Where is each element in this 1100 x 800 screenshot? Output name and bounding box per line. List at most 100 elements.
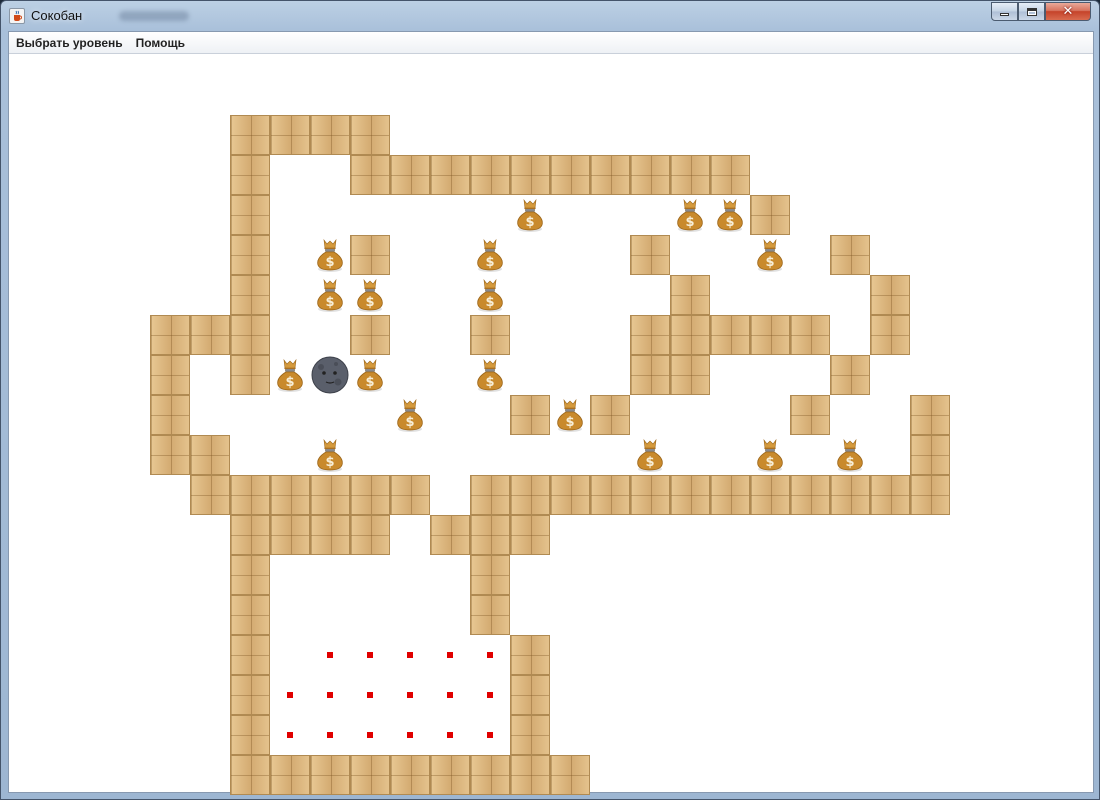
wall-tile <box>510 155 550 195</box>
menu-select-level[interactable]: Выбрать уровень <box>10 36 129 50</box>
wall-tile <box>510 395 550 435</box>
wall-tile <box>430 755 470 795</box>
wall-tile <box>870 275 910 315</box>
title-bar[interactable]: Сокобан ✕ <box>1 1 1099 31</box>
target-dot <box>447 652 453 658</box>
svg-text:$: $ <box>725 215 734 230</box>
wall-tile <box>350 515 390 555</box>
wall-tile <box>590 155 630 195</box>
money-bag-icon[interactable]: $ <box>750 435 790 475</box>
money-bag-icon[interactable]: $ <box>750 235 790 275</box>
wall-tile <box>270 115 310 155</box>
wall-tile <box>230 195 270 235</box>
money-bag-icon[interactable]: $ <box>510 195 550 235</box>
wall-tile <box>270 755 310 795</box>
wall-tile <box>510 715 550 755</box>
target-dot <box>367 692 373 698</box>
wall-tile <box>510 755 550 795</box>
java-cup-icon <box>9 8 25 24</box>
wall-tile <box>910 475 950 515</box>
svg-text:$: $ <box>765 255 774 270</box>
target-dot <box>447 692 453 698</box>
svg-text:$: $ <box>325 455 334 470</box>
maximize-button[interactable] <box>1018 2 1045 21</box>
money-bag-icon[interactable]: $ <box>350 275 390 315</box>
target-dot <box>327 652 333 658</box>
money-bag-icon[interactable]: $ <box>670 195 710 235</box>
wall-tile <box>230 555 270 595</box>
money-bag-icon[interactable]: $ <box>270 355 310 395</box>
wall-tile <box>470 595 510 635</box>
money-bag-icon[interactable]: $ <box>390 395 430 435</box>
game-board-area[interactable]: $ $ $ $ $ $ $ $ $ $ $ $ $ $ $ $ $ $ <box>9 55 1093 795</box>
wall-tile <box>230 635 270 675</box>
wall-tile <box>310 755 350 795</box>
wall-tile <box>310 115 350 155</box>
wall-tile <box>710 155 750 195</box>
money-bag-icon[interactable]: $ <box>310 275 350 315</box>
wall-tile <box>910 395 950 435</box>
money-bag-icon[interactable]: $ <box>310 235 350 275</box>
wall-tile <box>310 515 350 555</box>
wall-tile <box>790 395 830 435</box>
wall-tile <box>790 475 830 515</box>
app-window: Сокобан ✕ Выбрать уровень Помощь $ $ $ $ $ $ $… <box>0 0 1100 800</box>
title-blur-decoration <box>119 11 189 21</box>
wall-tile <box>550 475 590 515</box>
money-bag-icon[interactable]: $ <box>550 395 590 435</box>
wall-tile <box>590 395 630 435</box>
wall-tile <box>870 475 910 515</box>
svg-text:$: $ <box>845 455 854 470</box>
wall-tile <box>830 355 870 395</box>
wall-tile <box>150 355 190 395</box>
svg-text:$: $ <box>525 215 534 230</box>
wall-tile <box>230 155 270 195</box>
new-moon-face-icon[interactable] <box>310 355 350 395</box>
money-bag-icon[interactable]: $ <box>710 195 750 235</box>
wall-tile <box>550 755 590 795</box>
money-bag-icon[interactable]: $ <box>470 355 510 395</box>
wall-tile <box>270 515 310 555</box>
svg-text:$: $ <box>365 295 374 310</box>
wall-tile <box>430 515 470 555</box>
wall-tile <box>470 315 510 355</box>
money-bag-icon[interactable]: $ <box>830 435 870 475</box>
wall-tile <box>510 475 550 515</box>
wall-tile <box>270 475 310 515</box>
client-area: Выбрать уровень Помощь $ $ $ $ $ $ $ $ $ $ $ $ $ $ $ $ $… <box>8 31 1094 795</box>
minimize-button[interactable] <box>991 2 1018 21</box>
wall-tile <box>750 195 790 235</box>
money-bag-icon[interactable]: $ <box>350 355 390 395</box>
wall-tile <box>670 155 710 195</box>
menu-help[interactable]: Помощь <box>130 36 191 50</box>
wall-tile <box>510 675 550 715</box>
money-bag-icon[interactable]: $ <box>470 275 510 315</box>
window-title: Сокобан <box>31 8 83 23</box>
target-dot <box>487 692 493 698</box>
money-bag-icon[interactable]: $ <box>470 235 510 275</box>
wall-tile <box>350 235 390 275</box>
wall-tile <box>230 315 270 355</box>
wall-tile <box>390 755 430 795</box>
wall-tile <box>710 315 750 355</box>
wall-tile <box>630 315 670 355</box>
wall-tile <box>630 155 670 195</box>
money-bag-icon[interactable]: $ <box>630 435 670 475</box>
target-dot <box>407 692 413 698</box>
wall-tile <box>470 155 510 195</box>
svg-text:$: $ <box>405 415 414 430</box>
target-dot <box>407 652 413 658</box>
target-dot <box>327 732 333 738</box>
target-dot <box>367 652 373 658</box>
wall-tile <box>350 475 390 515</box>
wall-tile <box>470 755 510 795</box>
wall-tile <box>670 275 710 315</box>
wall-tile <box>670 355 710 395</box>
close-button[interactable]: ✕ <box>1045 2 1091 21</box>
wall-tile <box>830 475 870 515</box>
money-bag-icon[interactable]: $ <box>310 435 350 475</box>
svg-text:$: $ <box>285 375 294 390</box>
wall-tile <box>510 515 550 555</box>
wall-tile <box>670 315 710 355</box>
wall-tile <box>150 395 190 435</box>
